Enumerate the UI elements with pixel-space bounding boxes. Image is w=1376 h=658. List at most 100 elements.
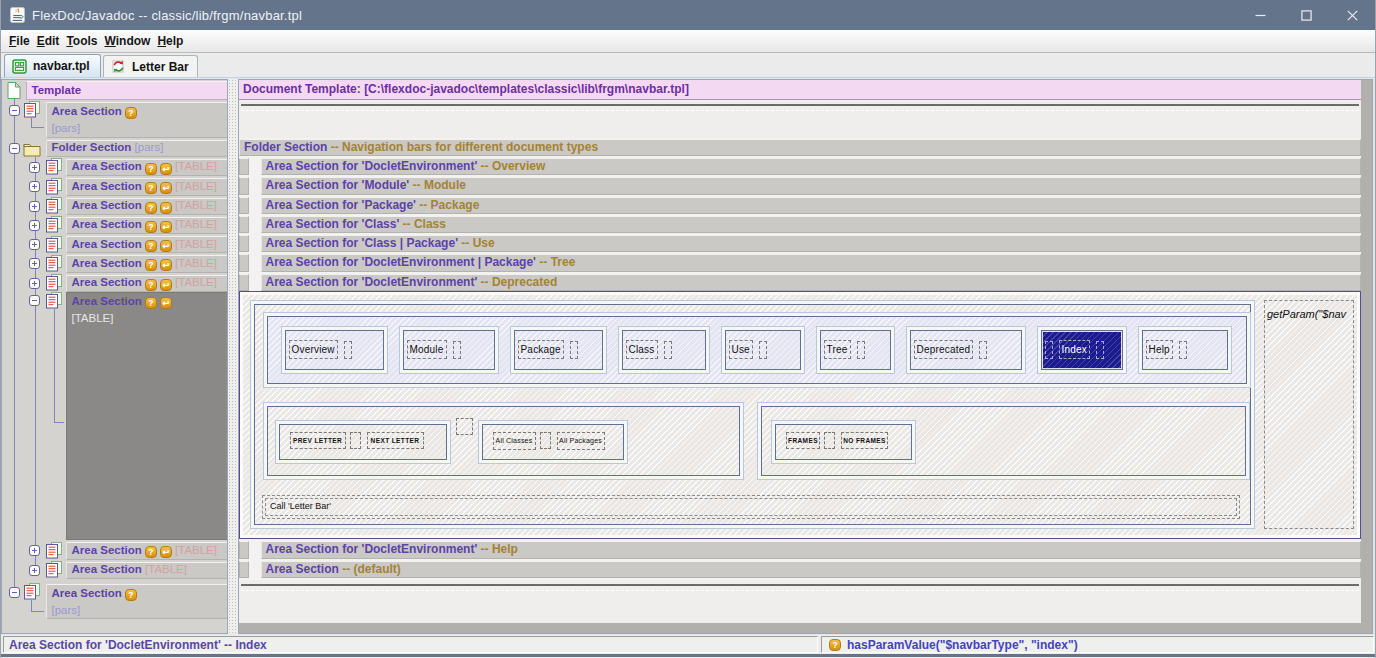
canvas-row-area-section[interactable]: Area Section for 'Module' -- Module: [239, 177, 1361, 194]
canvas-row-area-section[interactable]: Area Section -- (default): [239, 561, 1361, 578]
tree-toggle-collapsed[interactable]: [29, 565, 40, 576]
section-row-bar[interactable]: Area Section for 'Module' -- Module: [261, 177, 1362, 194]
data-placeholder-box: [453, 341, 461, 359]
tree-node-area-section[interactable]: Area Section? [pars]: [46, 102, 229, 138]
tree-toggle-collapsed[interactable]: [29, 201, 40, 212]
nav-button-index-selected[interactable]: Index: [1037, 326, 1127, 374]
tree-node-area-section[interactable]: Area Section?↩ [TABLE]: [66, 275, 229, 292]
data-placeholder-box: [350, 432, 361, 449]
section-row-comment: -- Package: [419, 198, 479, 212]
row-gutter: [239, 254, 249, 271]
frames-nav-group: FRAMES NO FRAMES: [771, 420, 916, 464]
status-bar: Area Section for 'DocletEnvironment' -- …: [1, 635, 1375, 654]
tab-letter-bar[interactable]: Letter Bar: [103, 55, 198, 77]
nav-button-tree[interactable]: Tree: [816, 326, 895, 374]
close-button[interactable]: [1329, 0, 1375, 30]
status-text: Area Section for 'DocletEnvironment' -- …: [9, 638, 267, 652]
tree-toggle-collapsed[interactable]: [29, 258, 40, 269]
tree-toggle-collapsed[interactable]: [29, 278, 40, 289]
canvas-row-area-section[interactable]: Area Section for 'Class | Package' -- Us…: [239, 235, 1361, 252]
tree-toggle-collapsed[interactable]: [29, 162, 40, 173]
tree-node-area-section[interactable]: Area Section?↩ [TABLE]: [66, 255, 229, 272]
tree-node-label: Area Section?: [52, 105, 137, 120]
tree-toggle-expanded[interactable]: [9, 143, 20, 154]
section-row-bar[interactable]: Area Section for 'DocletEnvironment' -- …: [261, 541, 1362, 558]
pars-dashed-border: [241, 110, 1359, 111]
section-row-bar[interactable]: Folder Section -- Navigation bars for di…: [239, 139, 1361, 156]
canvas-row-area-section[interactable]: Area Section for 'DocletEnvironment' -- …: [239, 158, 1361, 175]
canvas-row-area-section[interactable]: Area Section for 'DocletEnvironment' -- …: [239, 274, 1361, 291]
section-row-bar[interactable]: Area Section for 'Package' -- Package: [261, 197, 1362, 214]
tree-node-area-section[interactable]: Area Section?↩ [TABLE]: [66, 542, 229, 559]
nav-button-help[interactable]: Help: [1138, 326, 1232, 374]
split-divider[interactable]: [228, 79, 238, 634]
tree-node-area-section[interactable]: Area Section?↩ [TABLE]: [66, 198, 229, 215]
tree-node-area-section[interactable]: Area Section?↩ [TABLE]: [66, 159, 229, 176]
nav-button-package[interactable]: Package: [510, 326, 607, 374]
section-row-label: Area Section for 'DocletEnvironment': [266, 275, 478, 289]
tree-toggle-collapsed[interactable]: [29, 239, 40, 250]
section-row-bar[interactable]: Area Section for 'DocletEnvironment | Pa…: [261, 254, 1362, 271]
canvas-row-area-section[interactable]: Area Section for 'Package' -- Package: [239, 197, 1361, 214]
canvas-row-area-section[interactable]: Area Section for 'DocletEnvironment' -- …: [239, 541, 1361, 558]
menu-edit[interactable]: Edit: [37, 31, 60, 52]
tree-node-template[interactable]: Template: [26, 81, 229, 100]
canvas-row-area-section[interactable]: Area Section for 'DocletEnvironment | Pa…: [239, 254, 1361, 271]
menu-tools[interactable]: Tools: [66, 31, 97, 52]
menu-help[interactable]: Help: [157, 31, 183, 52]
nav-button-module[interactable]: Module: [399, 326, 499, 374]
canvas-row-area-section[interactable]: Area Section for 'Class' -- Class: [239, 216, 1361, 233]
expression-box[interactable]: getParam("$nav: [1264, 300, 1354, 529]
section-row-bar[interactable]: Area Section -- (default): [261, 561, 1362, 578]
frames-button[interactable]: FRAMES: [786, 432, 820, 449]
area-section-icon: [45, 292, 63, 309]
tree-node-area-section-selected[interactable]: Area Section?↩ [TABLE]: [66, 292, 229, 540]
tree-node-area-section[interactable]: Area Section? [pars]: [46, 584, 229, 620]
nav-button-deprecated[interactable]: Deprecated: [906, 326, 1026, 374]
section-row-bar[interactable]: Area Section for 'DocletEnvironment' -- …: [261, 158, 1362, 175]
nav-button-class[interactable]: Class: [618, 326, 710, 374]
tree-toggle-collapsed[interactable]: [29, 545, 40, 556]
designer-block-selected[interactable]: Overview Module Package: [239, 291, 1361, 539]
prev-letter-button[interactable]: PREV LETTER: [290, 432, 346, 449]
section-row-bar[interactable]: Area Section for 'Class' -- Class: [261, 216, 1362, 233]
tree-node-area-section[interactable]: Area Section?↩ [TABLE]: [66, 236, 229, 253]
tree-line: [54, 309, 55, 423]
section-row-label: Area Section: [266, 562, 339, 576]
menu-window[interactable]: Window: [105, 31, 151, 52]
tree-toggle-expanded[interactable]: [9, 587, 20, 598]
tree-toggle-collapsed[interactable]: [29, 220, 40, 231]
nav-button-overview[interactable]: Overview: [281, 326, 388, 374]
data-placeholder-box: [1179, 341, 1187, 359]
area-section-icon: [45, 542, 63, 559]
condition-badge: ?: [145, 297, 157, 309]
no-frames-button[interactable]: NO FRAMES: [841, 432, 888, 449]
row-gutter: [239, 274, 249, 291]
next-letter-button[interactable]: NEXT LETTER: [367, 432, 424, 449]
tree-toggle-expanded[interactable]: [9, 105, 20, 116]
all-classes-button[interactable]: All Classes: [493, 432, 536, 450]
section-row-label: Area Section for 'DocletEnvironment': [266, 159, 478, 173]
section-row-bar[interactable]: Area Section for 'DocletEnvironment' -- …: [261, 274, 1362, 291]
call-letter-bar[interactable]: Call 'Letter Bar': [262, 495, 1240, 519]
tree-node-area-section[interactable]: Area Section?↩ [TABLE]: [66, 178, 229, 195]
menu-file[interactable]: File: [9, 31, 30, 52]
section-row-bar[interactable]: Area Section for 'Class | Package' -- Us…: [261, 235, 1362, 252]
tree-node-area-section[interactable]: Area Section?↩ [TABLE]: [66, 217, 229, 234]
tree-node-label-text: Area Section: [72, 295, 142, 307]
maximize-button[interactable]: [1283, 0, 1329, 30]
nav-button-use[interactable]: Use: [721, 326, 805, 374]
tree-toggle-expanded[interactable]: [29, 295, 40, 306]
tree-node-area-section[interactable]: Area Section [TABLE]: [66, 562, 229, 579]
minimize-button[interactable]: [1237, 0, 1283, 30]
all-packages-button[interactable]: All Packages: [557, 432, 605, 450]
tab-label: Letter Bar: [132, 60, 189, 74]
tree-node-folder-section[interactable]: Folder Section [pars]: [46, 140, 229, 157]
tab-navbar-tpl[interactable]: navbar.tpl: [4, 54, 101, 77]
document-template-header[interactable]: Document Template: [C:\flexdoc-javadoc\t…: [239, 80, 1361, 100]
scope-nav-group: All Classes All Packages: [478, 420, 628, 464]
tree-line: [31, 127, 44, 128]
tree-node-sub: [TABLE]: [72, 312, 114, 324]
tree-toggle-collapsed[interactable]: [29, 181, 40, 192]
canvas-row-folder-section[interactable]: Folder Section -- Navigation bars for di…: [239, 139, 1361, 156]
